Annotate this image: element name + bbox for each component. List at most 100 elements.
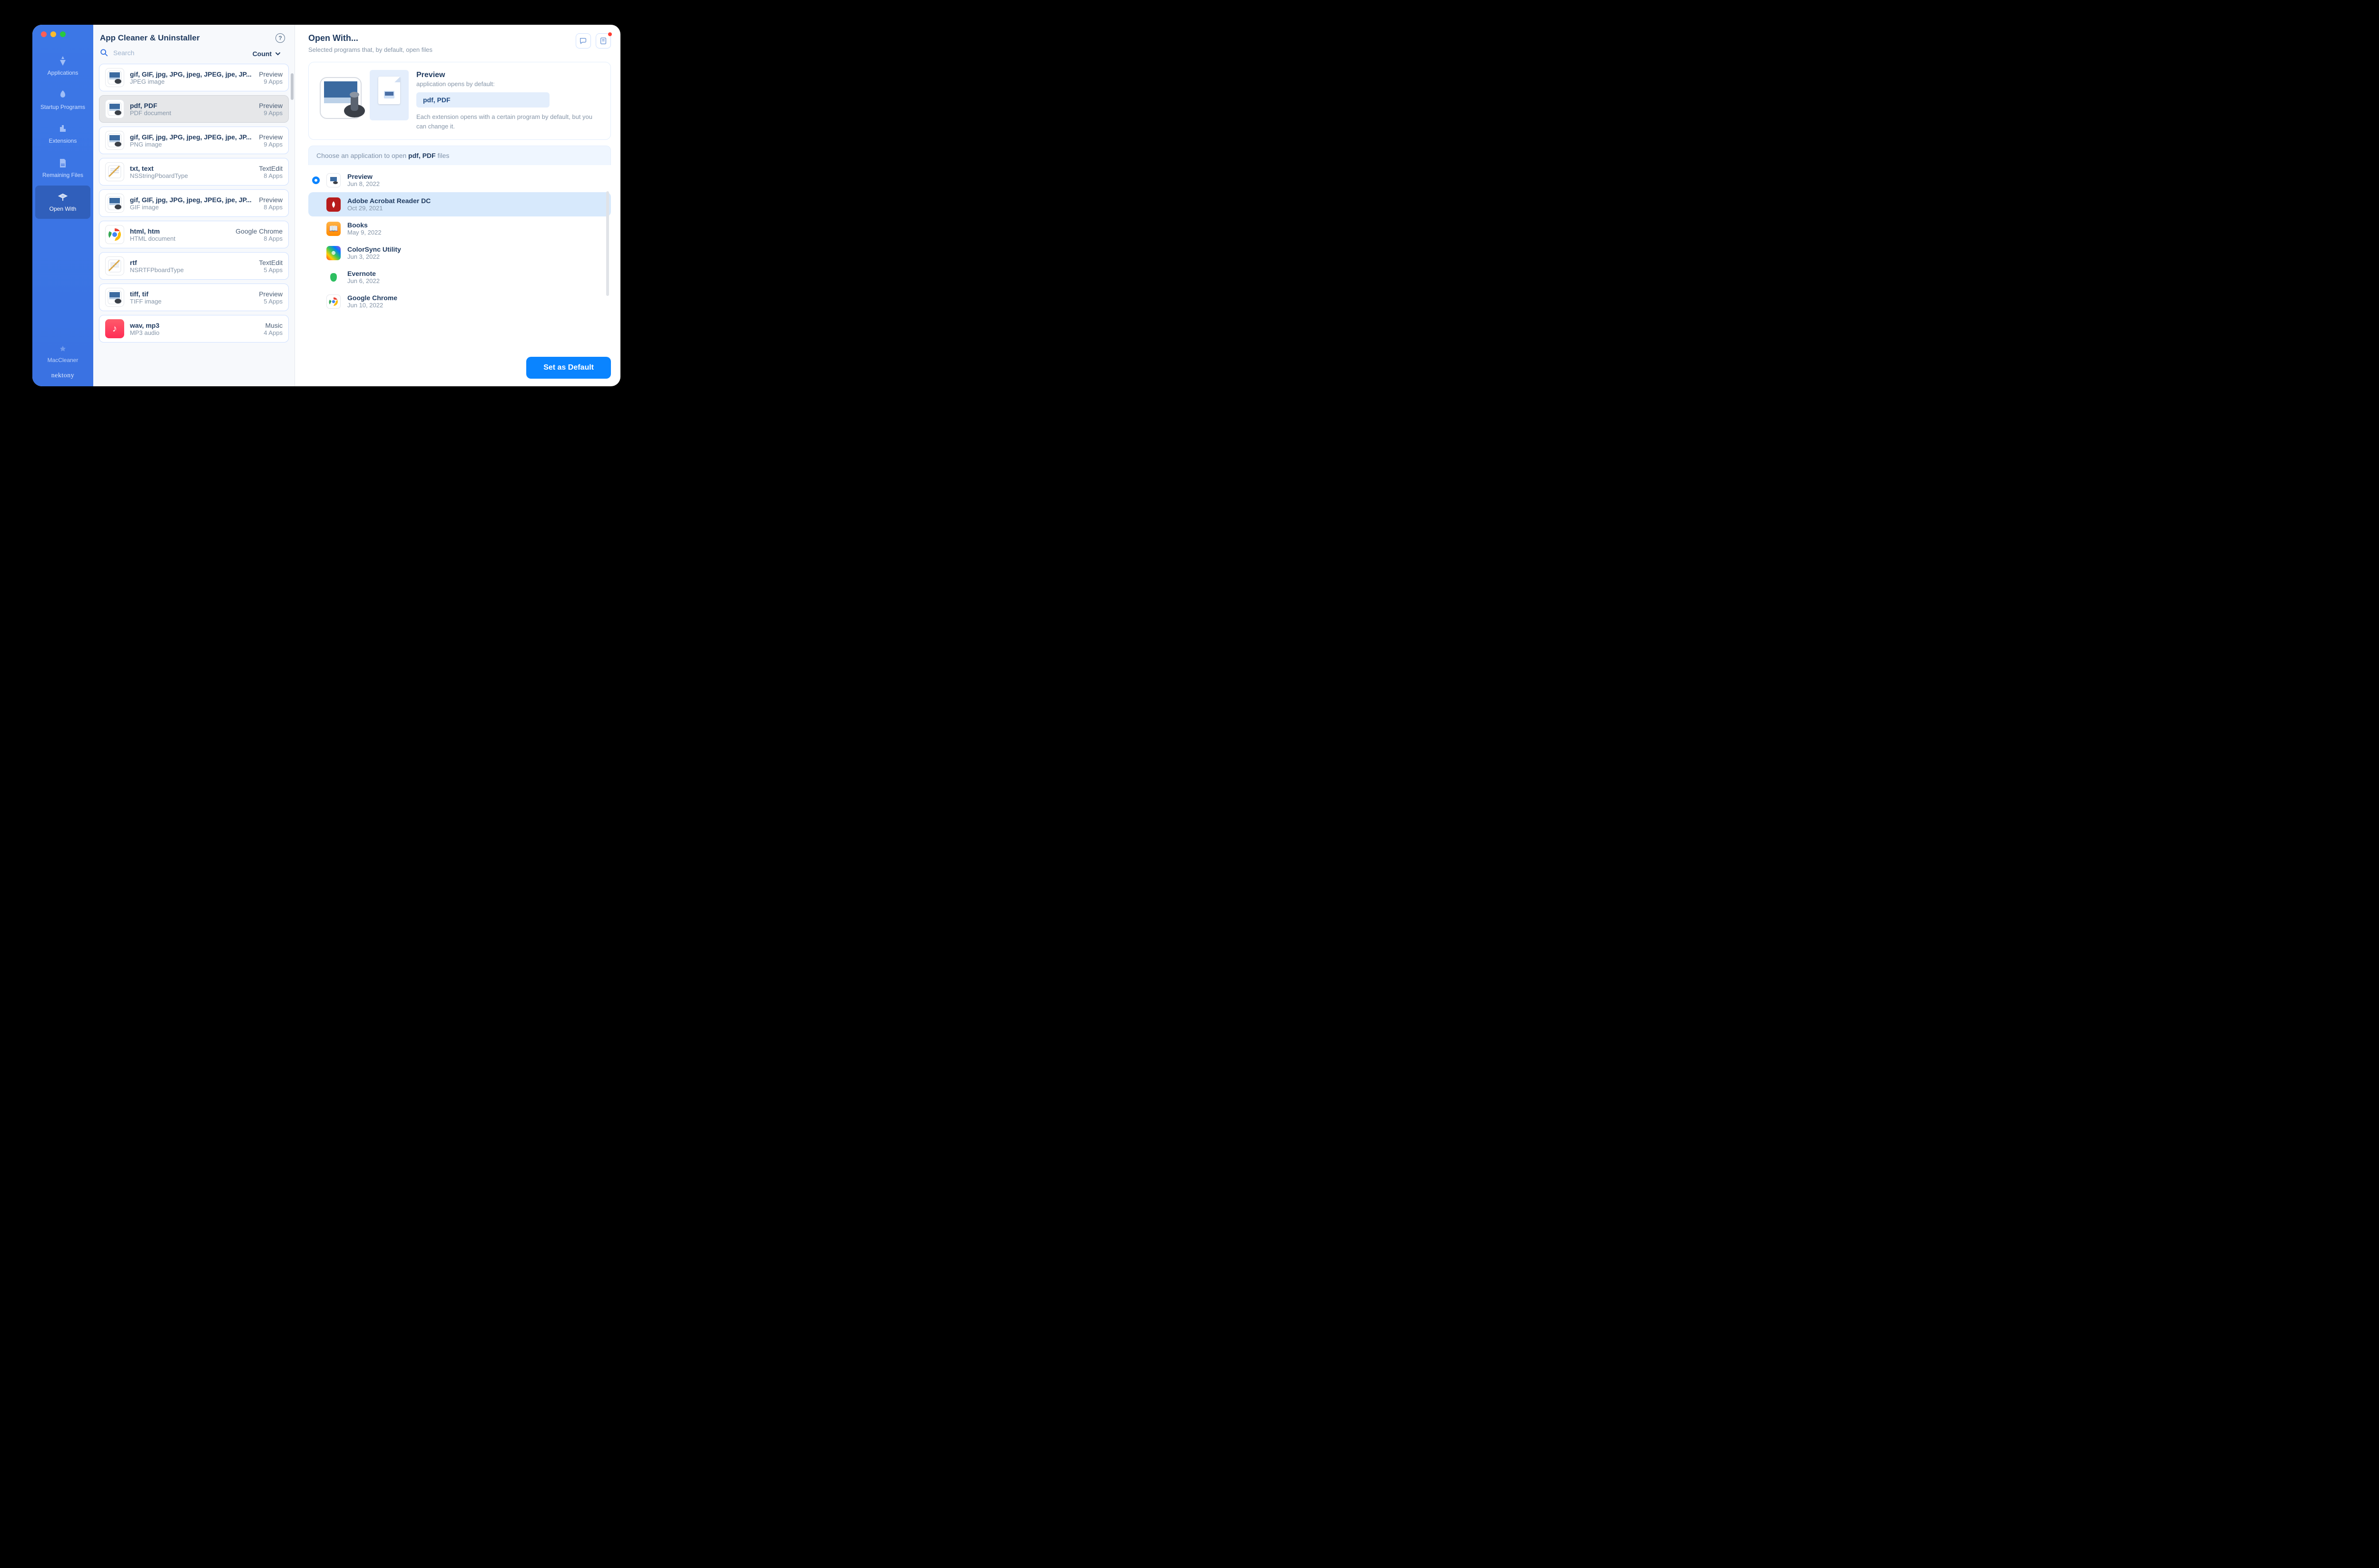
- file-type-count: 5 Apps: [259, 266, 283, 274]
- search-input[interactable]: [112, 49, 246, 57]
- file-type-row[interactable]: pdf, PDF PDF document Preview 9 Apps: [99, 95, 289, 123]
- file-type-row[interactable]: html, htm HTML document Google Chrome 8 …: [99, 221, 289, 248]
- app-date: Oct 29, 2021: [347, 205, 431, 212]
- file-type-app: Preview: [259, 102, 283, 109]
- apps-list[interactable]: Preview Jun 8, 2022 Adobe Acrobat Reader…: [308, 165, 611, 351]
- list-scrollbar[interactable]: [291, 73, 294, 100]
- file-type-row[interactable]: txt, text NSStringPboardType TextEdit 8 …: [99, 158, 289, 186]
- file-type-exts: txt, text: [130, 165, 253, 172]
- file-type-app: TextEdit: [259, 259, 283, 266]
- document-pane-icon: [370, 70, 409, 120]
- file-type-app: Google Chrome: [236, 227, 283, 235]
- file-type-count: 5 Apps: [259, 298, 283, 305]
- app-row[interactable]: Evernote Jun 6, 2022: [308, 265, 611, 289]
- sidebar-item-label: Remaining Files: [42, 172, 83, 179]
- sidebar-item-extensions[interactable]: Extensions: [35, 118, 90, 151]
- app-row[interactable]: Preview Jun 8, 2022: [308, 168, 611, 192]
- brand-nektony[interactable]: nektony: [32, 372, 93, 380]
- file-type-desc: HTML document: [130, 235, 230, 242]
- detail-subtitle: Selected programs that, by default, open…: [308, 46, 433, 53]
- file-type-row[interactable]: gif, GIF, jpg, JPG, jpeg, JPEG, jpe, JP.…: [99, 127, 289, 154]
- app-row[interactable]: ⊕ ColorSync Utility Jun 3, 2022: [308, 241, 611, 265]
- file-type-row[interactable]: gif, GIF, jpg, JPG, jpeg, JPEG, jpe, JP.…: [99, 64, 289, 91]
- app-name: Google Chrome: [347, 294, 397, 302]
- app-date: Jun 10, 2022: [347, 302, 397, 309]
- minimize-button[interactable]: [50, 31, 56, 37]
- file-type-count: 9 Apps: [259, 78, 283, 85]
- notes-button[interactable]: [596, 33, 611, 49]
- hero-panel: Preview application opens by default: pd…: [308, 62, 611, 140]
- file-types-list[interactable]: gif, GIF, jpg, JPG, jpeg, JPEG, jpe, JP.…: [93, 62, 295, 386]
- window-controls: [32, 31, 93, 42]
- file-type-app: Preview: [259, 70, 283, 78]
- hero-description: Each extension opens with a certain prog…: [416, 112, 602, 131]
- file-type-desc: NSRTFPboardType: [130, 266, 253, 274]
- file-type-row[interactable]: tiff, tif TIFF image Preview 5 Apps: [99, 284, 289, 311]
- file-type-desc: TIFF image: [130, 298, 253, 305]
- preview-app-icon: [317, 75, 370, 127]
- chevron-down-icon: [275, 50, 281, 57]
- file-type-exts: gif, GIF, jpg, JPG, jpeg, JPEG, jpe, JP.…: [130, 196, 253, 204]
- app-row[interactable]: Adobe Acrobat Reader DC Oct 29, 2021: [308, 192, 611, 216]
- set-as-default-button[interactable]: Set as Default: [526, 357, 611, 379]
- sort-label: Count: [253, 50, 272, 58]
- sidebar-nav: ApplicationsStartup ProgramsExtensions Re…: [32, 42, 93, 342]
- apps-scrollbar[interactable]: [606, 191, 609, 296]
- sidebar-icon: [57, 157, 69, 169]
- file-type-app: Preview: [259, 290, 283, 298]
- file-type-exts: gif, GIF, jpg, JPG, jpeg, JPEG, jpe, JP.…: [130, 70, 253, 78]
- file-type-desc: GIF image: [130, 204, 253, 211]
- app-row[interactable]: 📖 Books May 9, 2022: [308, 216, 611, 241]
- file-type-desc: MP3 audio: [130, 329, 258, 336]
- app-title: App Cleaner & Uninstaller: [100, 33, 200, 43]
- chat-button[interactable]: [576, 33, 591, 49]
- app-window: ApplicationsStartup ProgramsExtensions Re…: [32, 25, 620, 386]
- app-name: Preview: [347, 173, 380, 180]
- file-type-count: 8 Apps: [259, 172, 283, 179]
- file-type-app: TextEdit: [259, 165, 283, 172]
- file-type-desc: PDF document: [130, 109, 253, 117]
- app-row[interactable]: Google Chrome Jun 10, 2022: [308, 289, 611, 314]
- app-name: Adobe Acrobat Reader DC: [347, 197, 431, 205]
- file-type-exts: gif, GIF, jpg, JPG, jpeg, JPEG, jpe, JP.…: [130, 133, 253, 141]
- file-type-count: 4 Apps: [264, 329, 283, 336]
- hero-badge: pdf, PDF: [416, 92, 550, 108]
- choose-prompt: Choose an application to open pdf, PDF f…: [308, 146, 611, 165]
- app-name: Books: [347, 221, 382, 229]
- sidebar-item-remaining-files[interactable]: Remaining Files: [35, 152, 90, 185]
- sidebar-item-label: Open With: [49, 206, 77, 213]
- sidebar-item-startup-programs[interactable]: Startup Programs: [35, 84, 90, 117]
- file-type-row[interactable]: gif, GIF, jpg, JPG, jpeg, JPEG, jpe, JP.…: [99, 189, 289, 217]
- detail-column: Open With... Selected programs that, by …: [295, 25, 620, 386]
- sidebar-item-open-with[interactable]: Open With: [35, 186, 90, 219]
- app-name: Evernote: [347, 270, 380, 277]
- types-column: App Cleaner & Uninstaller ? Count gif, G…: [93, 25, 295, 386]
- sidebar: ApplicationsStartup ProgramsExtensions Re…: [32, 25, 93, 386]
- hero-title: Preview: [416, 71, 602, 79]
- file-type-count: 9 Apps: [259, 141, 283, 148]
- file-type-exts: wav, mp3: [130, 322, 258, 329]
- file-type-exts: tiff, tif: [130, 290, 253, 298]
- brand-maccleaner[interactable]: MacCleaner: [32, 357, 93, 363]
- file-type-count: 8 Apps: [236, 235, 283, 242]
- file-type-row[interactable]: rtf NSRTFPboardType TextEdit 5 Apps: [99, 252, 289, 280]
- chat-icon: [579, 37, 588, 45]
- help-button[interactable]: ?: [275, 33, 285, 43]
- sidebar-icon: [57, 123, 69, 135]
- brand-footer: MacCleaner nektony: [32, 342, 93, 386]
- app-radio[interactable]: [312, 176, 320, 184]
- search-icon: [100, 49, 108, 57]
- close-button[interactable]: [41, 31, 47, 37]
- file-type-app: Music: [264, 322, 283, 329]
- sort-dropdown[interactable]: Count: [253, 50, 288, 58]
- maximize-button[interactable]: [60, 31, 66, 37]
- notification-dot: [608, 32, 612, 36]
- hero-subtitle: application opens by default:: [416, 80, 602, 88]
- file-type-desc: JPEG image: [130, 78, 253, 85]
- app-name: ColorSync Utility: [347, 245, 401, 253]
- app-date: May 9, 2022: [347, 229, 382, 236]
- sidebar-item-applications[interactable]: Applications: [35, 49, 90, 83]
- file-type-row[interactable]: ♪ wav, mp3 MP3 audio Music 4 Apps: [99, 315, 289, 343]
- app-date: Jun 8, 2022: [347, 180, 380, 187]
- hero-artwork: [317, 70, 408, 132]
